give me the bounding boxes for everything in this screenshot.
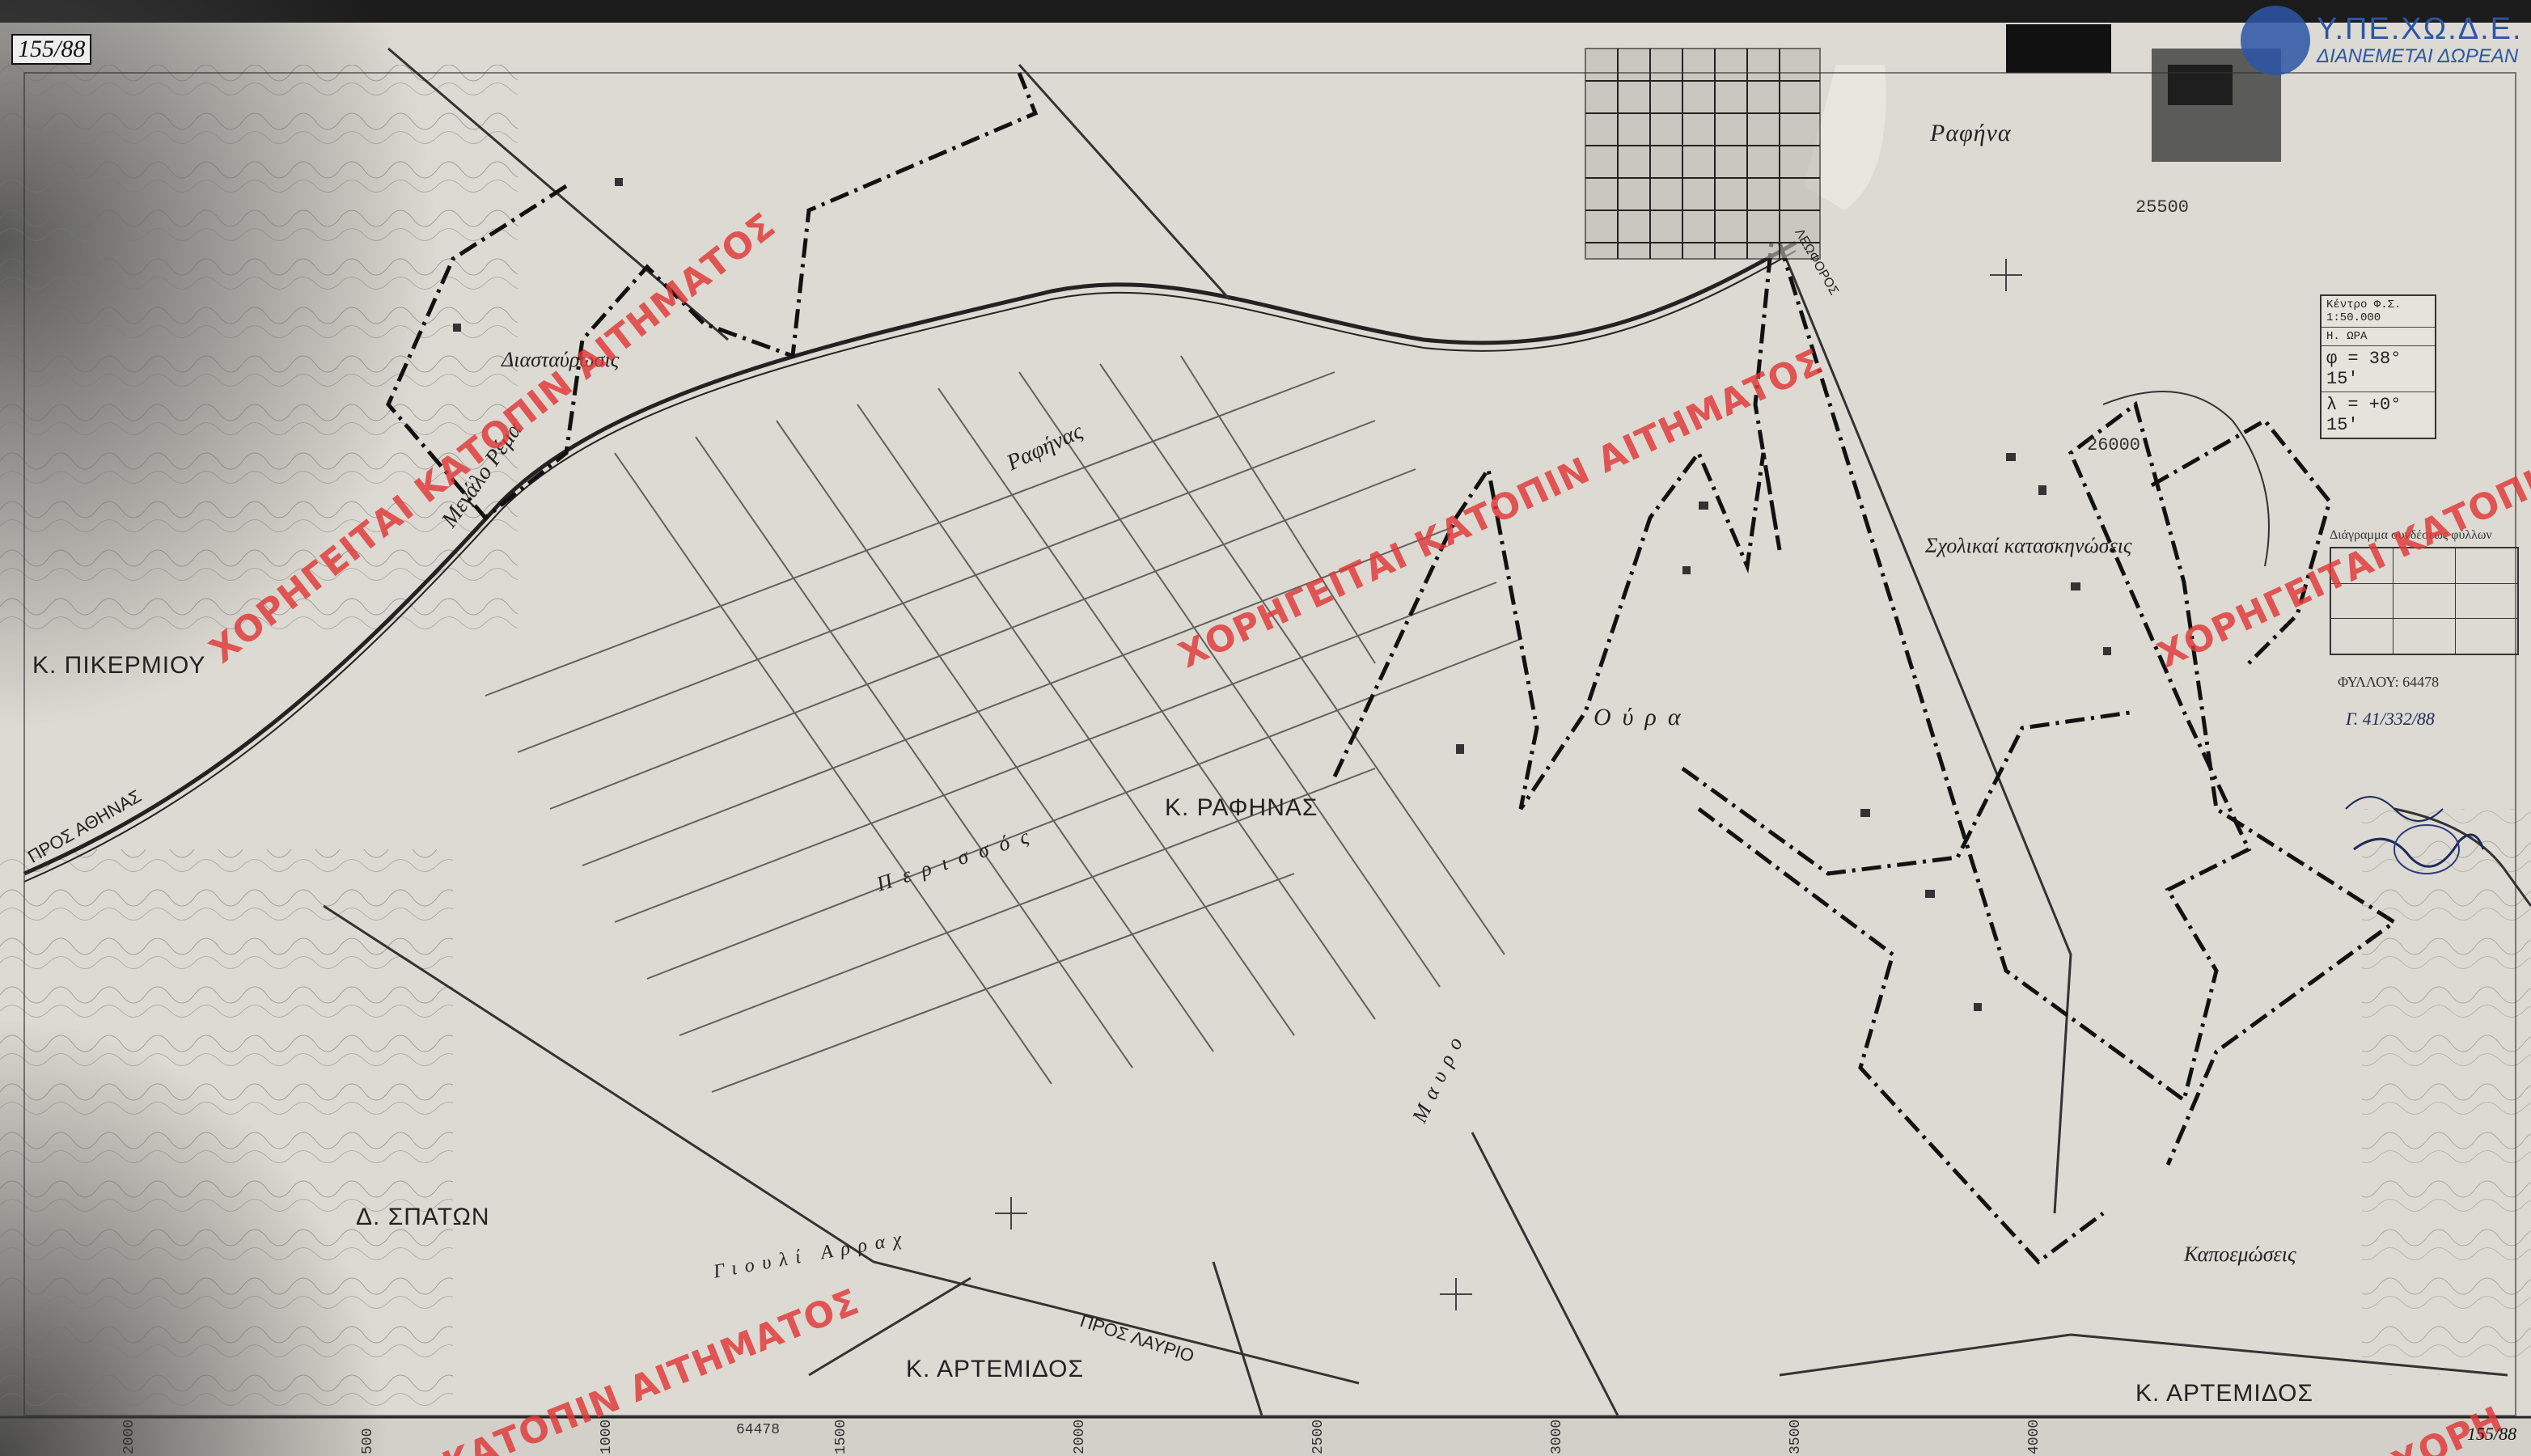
sheet-number-label: ΦΥΛΛΟΥ: 64478: [2338, 674, 2440, 690]
label-artemida-2: Κ. ΑΡΤΕΜΙΔΟΣ: [2135, 1380, 2313, 1407]
scale-tick-label: 2500: [1310, 1419, 1327, 1454]
label-oura: Ούρα: [1594, 704, 1692, 730]
sheet-number-top: 155/88: [11, 34, 92, 65]
label-artemida-1: Κ. ΑΡΤΕΜΙΔΟΣ: [906, 1356, 1084, 1382]
scale-tick-label: 1000: [599, 1419, 615, 1454]
scale-tick-label: 3500: [1788, 1419, 1804, 1454]
ministry-seal: Υ.ΠΕ.ΧΩ.Δ.Ε. ΔΙΑΝΕΜΕΤΑΙ ΔΩΡΕΑΝ: [2241, 0, 2531, 81]
reference-number: Γ. 41/332/88: [2346, 709, 2435, 729]
projection-info-box: Κέντρο Φ.Σ. 1:50.000 Η. ΩΡΑ φ = 38° 15' …: [2320, 294, 2436, 439]
info-row-2: Η. ΩΡΑ: [2321, 328, 2435, 346]
label-scholikai: Σχολικαί κατασκηνώσεις: [1925, 534, 2132, 557]
map-drawing: [0, 0, 2531, 1456]
scale-tick-label: 2000: [1072, 1419, 1088, 1454]
scale-tick-label: 1500: [833, 1419, 849, 1454]
seal-title: Υ.ΠΕ.ΧΩ.Δ.Ε.: [2317, 12, 2523, 47]
sheet-number-bottom: 155/88: [2467, 1424, 2517, 1444]
info-lambda: λ = +0° 15': [2326, 395, 2402, 435]
label-kapsalades: Καποεμώσεις: [2184, 1242, 2296, 1266]
label-rafina-community: Κ. ΡΑΦΗΝΑΣ: [1165, 794, 1318, 821]
handwritten-signature: [2345, 796, 2485, 874]
greek-emblem-icon: [2241, 6, 2310, 75]
label-rafina-town: Ραφήνα: [1930, 120, 2012, 146]
easting-25500: 25500: [2135, 197, 2190, 218]
seal-subtitle: ΔΙΑΝΕΜΕΤΑΙ ΔΩΡΕΑΝ: [2317, 45, 2519, 68]
info-row-1: Κέντρο Φ.Σ. 1:50.000: [2321, 296, 2435, 328]
info-phi: φ = 38° 15': [2321, 346, 2435, 392]
scale-tick-label: 2000: [121, 1419, 138, 1454]
scale-tick-label: 500: [360, 1428, 376, 1454]
label-pikermi: Κ. ΠΙΚΕΡΜΙΟΥ: [32, 652, 206, 679]
map-viewer: 155/88 Υ.ΠΕ.ΧΩ.Δ.Ε. ΔΙΑΝΕΜΕΤΑΙ ΔΩΡΕΑΝ Ρα…: [0, 0, 2531, 1456]
scale-tick-label: 3000: [1549, 1419, 1565, 1454]
label-spata: Δ. ΣΠΑΤΩΝ: [356, 1204, 490, 1230]
scale-tick-label: 4000: [2026, 1419, 2042, 1454]
easting-26000: 26000: [2087, 435, 2141, 455]
bottom-code-1: 64478: [736, 1422, 781, 1438]
